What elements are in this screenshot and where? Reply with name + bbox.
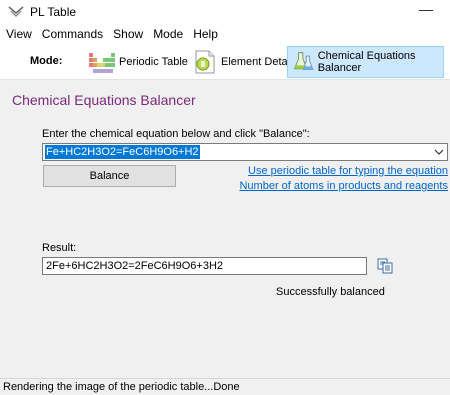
title-bar: PL Table — <box>0 0 450 24</box>
result-label: Result: <box>42 242 77 254</box>
periodic-table-typing-link[interactable]: Use periodic table for typing the equati… <box>248 165 448 177</box>
equation-instruction: Enter the chemical equation below and cl… <box>42 128 310 140</box>
equation-combobox[interactable]: Fe+HC2H3O2=FeC6H9O6+H2 <box>42 143 448 161</box>
flask-icon <box>293 52 314 71</box>
menu-commands[interactable]: Commands <box>37 24 108 44</box>
mode-periodic-table-button[interactable]: Periodic Table <box>85 46 191 78</box>
atoms-count-link[interactable]: Number of atoms in products and reagents <box>239 180 448 192</box>
mode-equations-balancer-button[interactable]: Chemical Equations Balancer <box>287 46 444 78</box>
app-logo-icon <box>8 6 24 17</box>
mode-periodic-table-label: Periodic Table <box>119 56 188 68</box>
page-title: Chemical Equations Balancer <box>12 92 196 108</box>
balance-status-message: Successfully balanced <box>276 286 385 298</box>
minimize-button[interactable]: — <box>416 2 436 20</box>
menu-show[interactable]: Show <box>108 24 148 44</box>
balancer-panel: Chemical Equations Balancer Enter the ch… <box>0 80 450 378</box>
result-field[interactable]: 2Fe+6HC2H3O2=2FeC6H9O6+3H2 <box>42 257 367 275</box>
window-title: PL Table <box>30 5 77 19</box>
element-details-icon <box>195 50 215 74</box>
mode-element-details-button[interactable]: Element Details <box>187 46 301 78</box>
mode-label: Mode: <box>30 55 63 67</box>
mode-toolbar: Mode: Periodic Table Element Details Che… <box>0 44 450 80</box>
menu-mode[interactable]: Mode <box>148 24 188 44</box>
mode-equations-balancer-label: Chemical Equations Balancer <box>317 50 416 74</box>
periodic-table-icon <box>89 53 115 73</box>
menu-help[interactable]: Help <box>188 24 223 44</box>
menu-view[interactable]: View <box>0 24 37 44</box>
status-bar: Rendering the image of the periodic tabl… <box>0 378 450 395</box>
menu-bar: View Commands Show Mode Help <box>0 24 450 44</box>
chevron-down-icon[interactable] <box>434 146 444 158</box>
copy-icon[interactable] <box>377 258 393 274</box>
balance-button[interactable]: Balance <box>43 165 176 187</box>
equation-input-value: Fe+HC2H3O2=FeC6H9O6+H2 <box>45 145 200 159</box>
